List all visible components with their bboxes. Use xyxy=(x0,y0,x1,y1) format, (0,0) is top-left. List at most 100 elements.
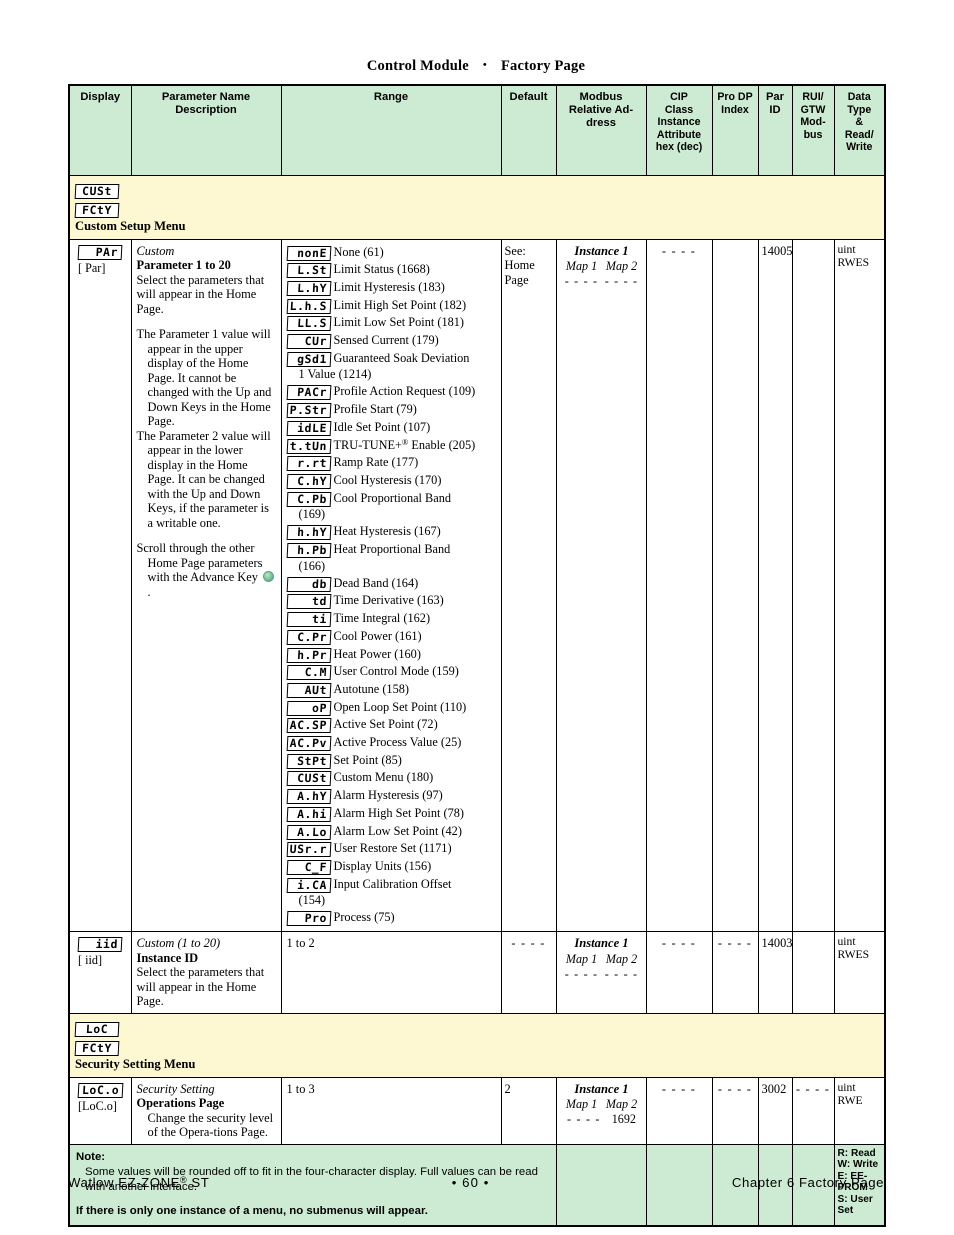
segment-display-par: PAr xyxy=(77,244,123,260)
segment-display-option: StPt xyxy=(286,753,331,769)
running-head-bullet: • xyxy=(482,59,487,71)
running-head-left: Control Module xyxy=(366,58,469,74)
segment-display-option: C.M xyxy=(286,665,331,681)
range-option: h.Pb Heat Proportional Band xyxy=(286,541,497,559)
header-parameter-name: Parameter Name Description xyxy=(130,84,282,176)
display-bracket-loco: [LoC.o] xyxy=(78,1098,117,1113)
header-modbus-address: Modbus Relative Ad- dress xyxy=(555,84,647,176)
segment-display-option: t.tUn xyxy=(286,438,331,454)
segment-display-option: P.Str xyxy=(286,403,331,419)
segment-display-option: AC.Pv xyxy=(286,736,331,752)
range-option: Pro Process (75) xyxy=(286,909,497,927)
segment-display-option: Pro xyxy=(286,911,331,927)
manual-page: Control Module • Factory Page Display Para… xyxy=(68,0,886,1227)
segment-display-fcty: FCtY xyxy=(74,202,120,218)
table-row: iid [ iid] Custom (1 to 20) Instance ID … xyxy=(68,931,886,1014)
range-option: AC.SP Active Set Point (72) xyxy=(286,716,497,734)
range-option: P.Str Profile Start (79) xyxy=(286,401,497,419)
page-footer: Watlow EZ-ZONE® ST • 60 • Chapter 6 Fact… xyxy=(68,1175,884,1190)
header-display: Display xyxy=(68,84,132,176)
segment-display-option: gSd1 xyxy=(286,351,331,367)
header-default: Default xyxy=(500,84,557,176)
segment-display-option: h.hY xyxy=(286,525,331,541)
cell-prodp-par xyxy=(711,238,759,933)
cell-rui-iid xyxy=(791,931,835,1014)
cell-description-loco: Security Setting Operations Page Change … xyxy=(130,1076,282,1145)
segment-display-option: td xyxy=(286,594,331,610)
cell-range-iid: 1 to 2 xyxy=(280,931,502,1014)
segment-display-fcty: FCtY xyxy=(74,1040,120,1056)
segment-display-option: ti xyxy=(286,612,331,628)
range-option: nonE None (61) xyxy=(286,244,497,262)
cell-rui-par xyxy=(791,238,835,933)
segment-display-loc: LoC xyxy=(74,1021,120,1037)
segment-display-option: CUr xyxy=(286,334,331,350)
segment-display-option: r.rt xyxy=(286,456,331,472)
cell-parid-iid: 14003 xyxy=(757,931,793,1014)
range-option: CUSt Custom Menu (180) xyxy=(286,769,497,787)
segment-display-option: nonE xyxy=(286,245,331,261)
range-option: A.Lo Alarm Low Set Point (42) xyxy=(286,823,497,841)
cell-default-loco: 2 xyxy=(500,1076,557,1145)
cell-default-iid: - - - - xyxy=(500,931,557,1014)
range-option: gSd1 Guaranteed Soak Deviation xyxy=(286,350,497,368)
segment-display-option: L.St xyxy=(286,263,331,279)
segment-display-option: L.h.S xyxy=(286,298,331,314)
table-row: LoC.o [LoC.o] Security Setting Operation… xyxy=(68,1076,886,1145)
range-option: L.h.S Limit High Set Point (182) xyxy=(286,297,497,315)
range-option: ti Time Integral (162) xyxy=(286,610,497,628)
cell-datatype-iid: uint RWES xyxy=(833,931,886,1014)
range-option: AUt Autotune (158) xyxy=(286,681,497,699)
range-option: USr.r User Restore Set (1171) xyxy=(286,840,497,858)
range-option: h.hY Heat Hysteresis (167) xyxy=(286,523,497,541)
range-option: oP Open Loop Set Point (110) xyxy=(286,699,497,717)
range-option: CUr Sensed Current (179) xyxy=(286,332,497,350)
range-option-list: nonE None (61) L.St Limit Status (1668) L.… xyxy=(286,244,497,928)
cell-display-iid: iid [ iid] xyxy=(68,931,132,1014)
cell-cip-iid: - - - - xyxy=(645,931,713,1014)
segment-display-option: AC.SP xyxy=(286,718,331,734)
range-option: db Dead Band (164) xyxy=(286,575,497,593)
segment-display-option: A.Lo xyxy=(286,824,331,840)
segment-display-option: h.Pb xyxy=(286,543,331,559)
cell-datatype-par: uint RWES xyxy=(833,238,886,933)
segment-display-option: PACr xyxy=(286,385,331,401)
range-option-continuation: (154) xyxy=(298,893,326,908)
segment-display-loco: LoC.o xyxy=(77,1082,124,1098)
cell-modbus-loco: Instance 1 Map 1 Map 2 - - - -1692 xyxy=(555,1076,647,1145)
menu-band-custom-setup: CUSt FCtY Custom Setup Menu xyxy=(68,174,886,240)
range-option: r.rt Ramp Rate (177) xyxy=(286,454,497,472)
range-option: C.hY Cool Hysteresis (170) xyxy=(286,472,497,490)
header-cip: CIP Class Instance Attribute hex (dec) xyxy=(645,84,713,176)
cell-display-par: PAr [ Par] xyxy=(68,238,132,933)
segment-display-option: AUt xyxy=(286,682,331,698)
cell-prodp-loco: - - - - xyxy=(711,1076,759,1145)
cell-description-iid: Custom (1 to 20) Instance ID Select the … xyxy=(130,931,282,1014)
segment-display-option: C.hY xyxy=(286,473,331,489)
menu-title-custom-setup: Custom Setup Menu xyxy=(75,218,186,233)
range-option: i.CA Input Calibration Offset xyxy=(286,876,497,894)
segment-display-option: A.hY xyxy=(286,789,331,805)
segment-display-option: C_F xyxy=(286,859,331,875)
range-option: A.hY Alarm Hysteresis (97) xyxy=(286,787,497,805)
cell-range-par: nonE None (61) L.St Limit Status (1668) L.… xyxy=(280,238,502,933)
cell-parid-loco: 3002 xyxy=(757,1076,793,1145)
cell-prodp-iid: - - - - xyxy=(711,931,759,1014)
range-option: C.M User Control Mode (159) xyxy=(286,663,497,681)
segment-display-option: A.hi xyxy=(286,806,331,822)
range-option: h.Pr Heat Power (160) xyxy=(286,646,497,664)
segment-display-option: oP xyxy=(286,700,331,716)
header-rui-gtw-modbus: RUI/ GTW Mod- bus xyxy=(791,84,835,176)
header-par-id: Par ID xyxy=(757,84,793,176)
menu-band-cell: CUSt FCtY Custom Setup Menu xyxy=(68,174,886,240)
segment-display-option: L.hY xyxy=(286,280,331,296)
range-option: C.Pb Cool Proportional Band xyxy=(286,490,497,508)
segment-display-iid: iid xyxy=(77,937,123,953)
table-row: PAr [ Par] Custom Parameter 1 to 20 Sele… xyxy=(68,238,886,933)
menu-band-security-setting: LoC FCtY Security Setting Menu xyxy=(68,1012,886,1078)
display-bracket-iid: [ iid] xyxy=(78,953,103,968)
range-option: C.Pr Cool Power (161) xyxy=(286,628,497,646)
range-option: A.hi Alarm High Set Point (78) xyxy=(286,805,497,823)
range-option: C_F Display Units (156) xyxy=(286,858,497,876)
table-header-row: Display Parameter Name Description Range… xyxy=(68,84,886,176)
